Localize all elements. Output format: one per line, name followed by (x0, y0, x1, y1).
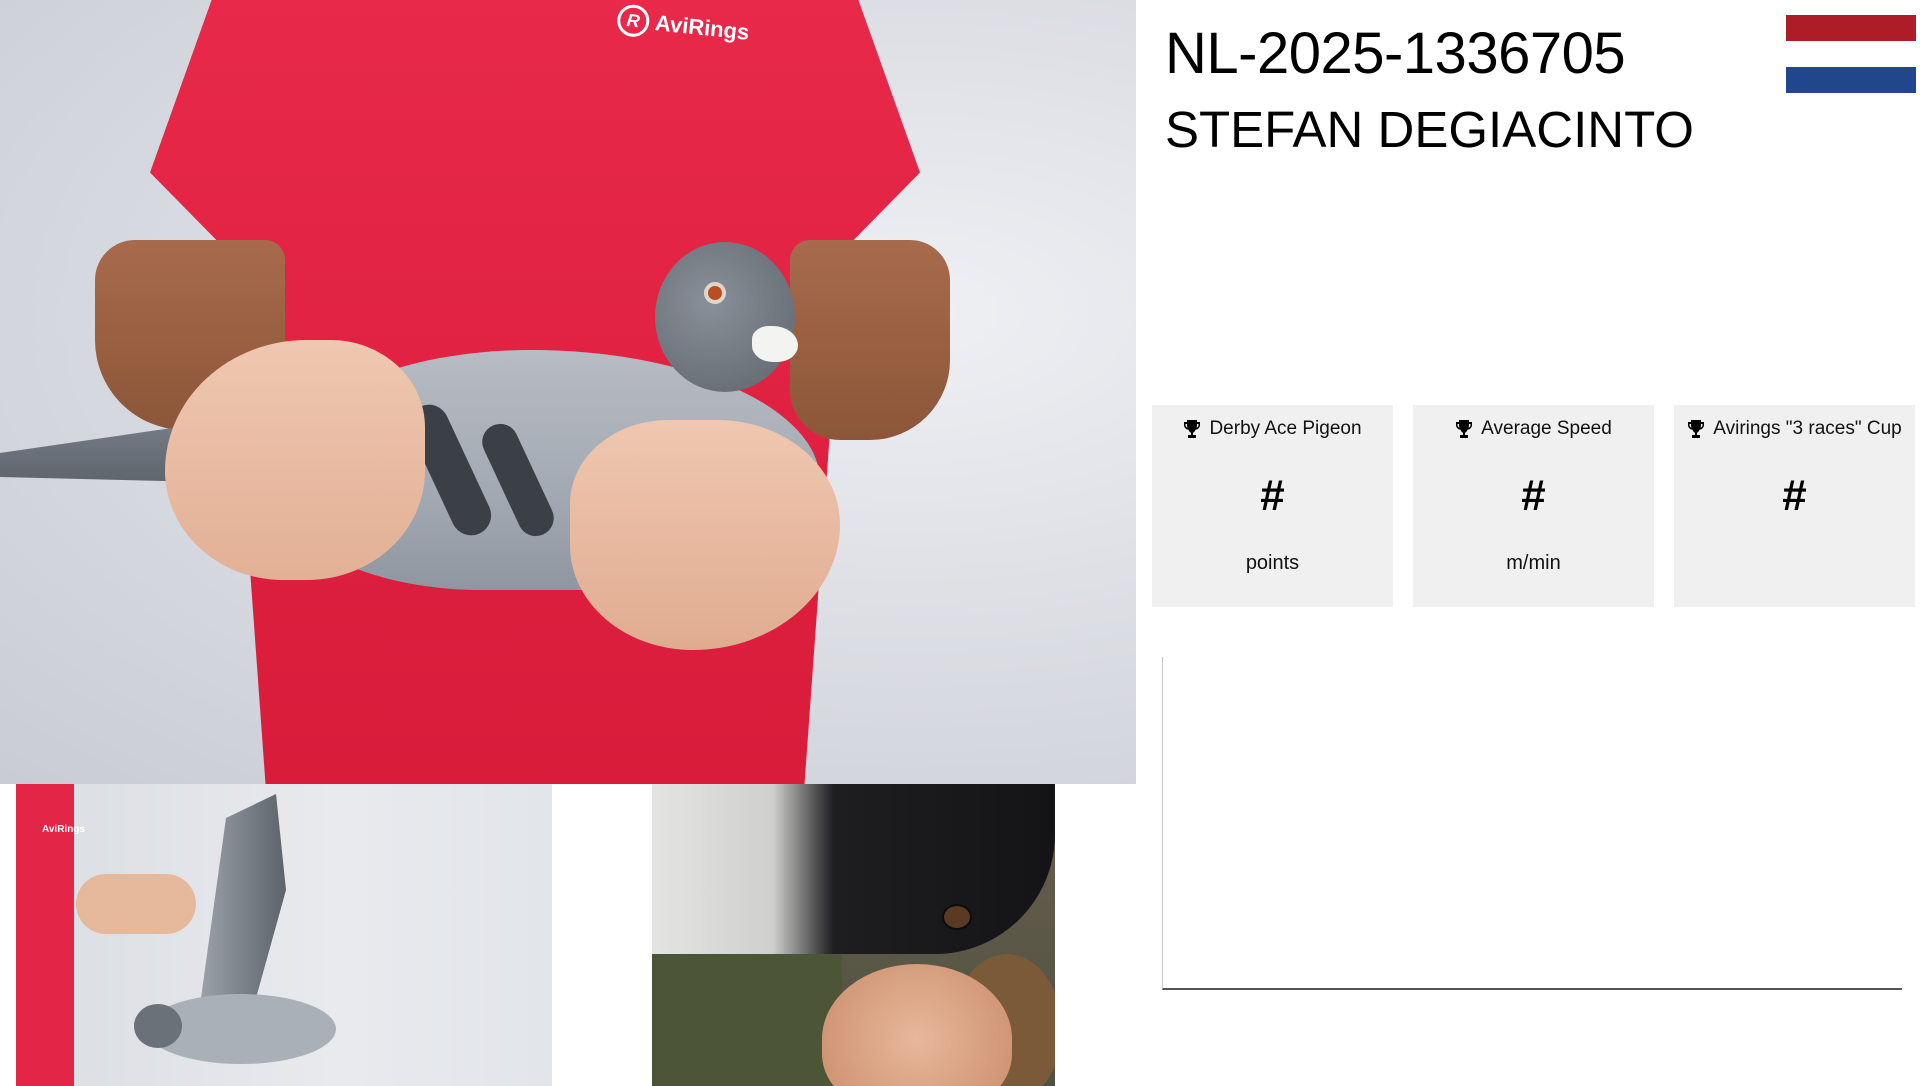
hand (76, 874, 196, 934)
pigeon-head (655, 242, 795, 392)
trophy-icon (1688, 420, 1705, 438)
stat-unit: points (1245, 552, 1300, 574)
avirings-logo-icon: R (615, 3, 651, 39)
avirings-logo-text: AviRings (653, 10, 751, 45)
trophy-icon (1456, 420, 1473, 438)
results-chart-area (1162, 657, 1902, 990)
dog (652, 784, 1055, 954)
stat-card-header: Avirings "3 races" Cup (1687, 418, 1902, 440)
stat-value: # (1782, 471, 1807, 520)
main-pigeon-photo[interactable]: R AviRings (0, 0, 1136, 784)
stat-title: Avirings "3 races" Cup (1713, 418, 1902, 439)
stat-card-header: Derby Ace Pigeon (1183, 418, 1362, 440)
thumbnail-wing-photo[interactable]: AviRings (16, 784, 552, 1086)
stat-value: # (1260, 471, 1285, 520)
right-arm (790, 240, 950, 440)
stat-title: Average Speed (1481, 418, 1612, 439)
trophy-icon (1184, 420, 1201, 438)
stat-title: Derby Ace Pigeon (1209, 418, 1362, 439)
stat-card-average-speed: Average Speed # m/min (1413, 405, 1654, 607)
netherlands-flag-icon (1786, 15, 1916, 93)
stat-card-header: Average Speed (1455, 418, 1612, 440)
pigeon-head (134, 1004, 182, 1048)
ring-number: NL-2025-1336705 (1165, 21, 1626, 86)
stat-card-3-races-cup: Avirings "3 races" Cup # (1674, 405, 1915, 607)
pigeon-eye (704, 282, 726, 304)
flag-stripe-red (1786, 15, 1916, 41)
flag-stripe-white (1786, 41, 1916, 67)
stat-value: # (1521, 471, 1546, 520)
dog-eye (942, 904, 972, 930)
thumbnail-owner-dog-photo[interactable] (652, 784, 1055, 1086)
owner-name: STEFAN DEGIACINTO (1165, 101, 1694, 158)
stat-card-derby-ace-pigeon: Derby Ace Pigeon # points (1152, 405, 1393, 607)
stat-unit: m/min (1506, 552, 1561, 574)
jacket (652, 944, 842, 1086)
avirings-logo-text: AviRings (42, 824, 85, 835)
flag-stripe-blue (1786, 67, 1916, 93)
pigeon-cere (752, 326, 798, 362)
